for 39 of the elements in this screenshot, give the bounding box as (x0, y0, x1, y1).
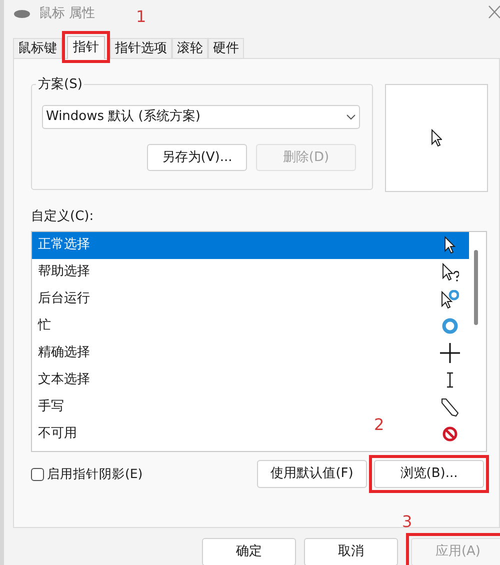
arrow-icon (431, 129, 442, 147)
window-title: 鼠标 属性 (39, 5, 96, 24)
annotation-number: 2 (374, 414, 384, 436)
checkbox-label: 启用指针阴影(E) (47, 464, 143, 483)
tab[interactable]: 硬件 (208, 38, 244, 58)
help-cursor-icon (442, 262, 458, 282)
scheme-dropdown[interactable]: Windows 默认 (系统方案) (42, 105, 360, 129)
mouse-icon (13, 9, 31, 19)
scrollbar-thumb[interactable] (474, 250, 478, 324)
working-cursor-icon (441, 290, 459, 308)
text-cursor-icon (446, 372, 454, 388)
button[interactable]: 浏览(B)... (374, 460, 484, 488)
list-item[interactable]: 不可用 (38, 424, 77, 444)
chevron-icon (346, 114, 356, 120)
no-entry-icon (442, 426, 458, 442)
list-item[interactable]: 正常选择 (32, 232, 469, 258)
pen-icon (441, 398, 459, 416)
list-item[interactable]: 忙 (38, 316, 51, 336)
checkbox[interactable] (31, 468, 44, 480)
list-item[interactable]: 帮助选择 (38, 262, 90, 282)
tab[interactable]: 指针 (67, 36, 105, 59)
ring-icon (442, 318, 458, 334)
list-item[interactable]: 手写 (38, 397, 64, 417)
list-item[interactable]: 精确选择 (38, 343, 90, 363)
tab[interactable]: 指针选项 (110, 38, 172, 58)
tab[interactable]: 鼠标键 (13, 38, 62, 58)
annotation-number: 1 (136, 6, 146, 28)
list-item[interactable]: 后台运行 (38, 289, 90, 309)
tab[interactable]: 滚轮 (172, 38, 208, 58)
button[interactable]: 使用默认值(F) (257, 460, 367, 488)
annotation-number: 3 (402, 511, 412, 533)
list-label: 自定义(C): (31, 208, 95, 226)
close-icon[interactable] (488, 5, 500, 19)
list-item[interactable]: 文本选择 (38, 370, 90, 390)
crosshair-icon (440, 343, 460, 363)
button[interactable]: 取消 (304, 538, 398, 565)
arrow-icon (444, 236, 456, 254)
button[interactable]: 确定 (202, 538, 296, 565)
button[interactable]: 另存为(V)... (147, 144, 247, 171)
